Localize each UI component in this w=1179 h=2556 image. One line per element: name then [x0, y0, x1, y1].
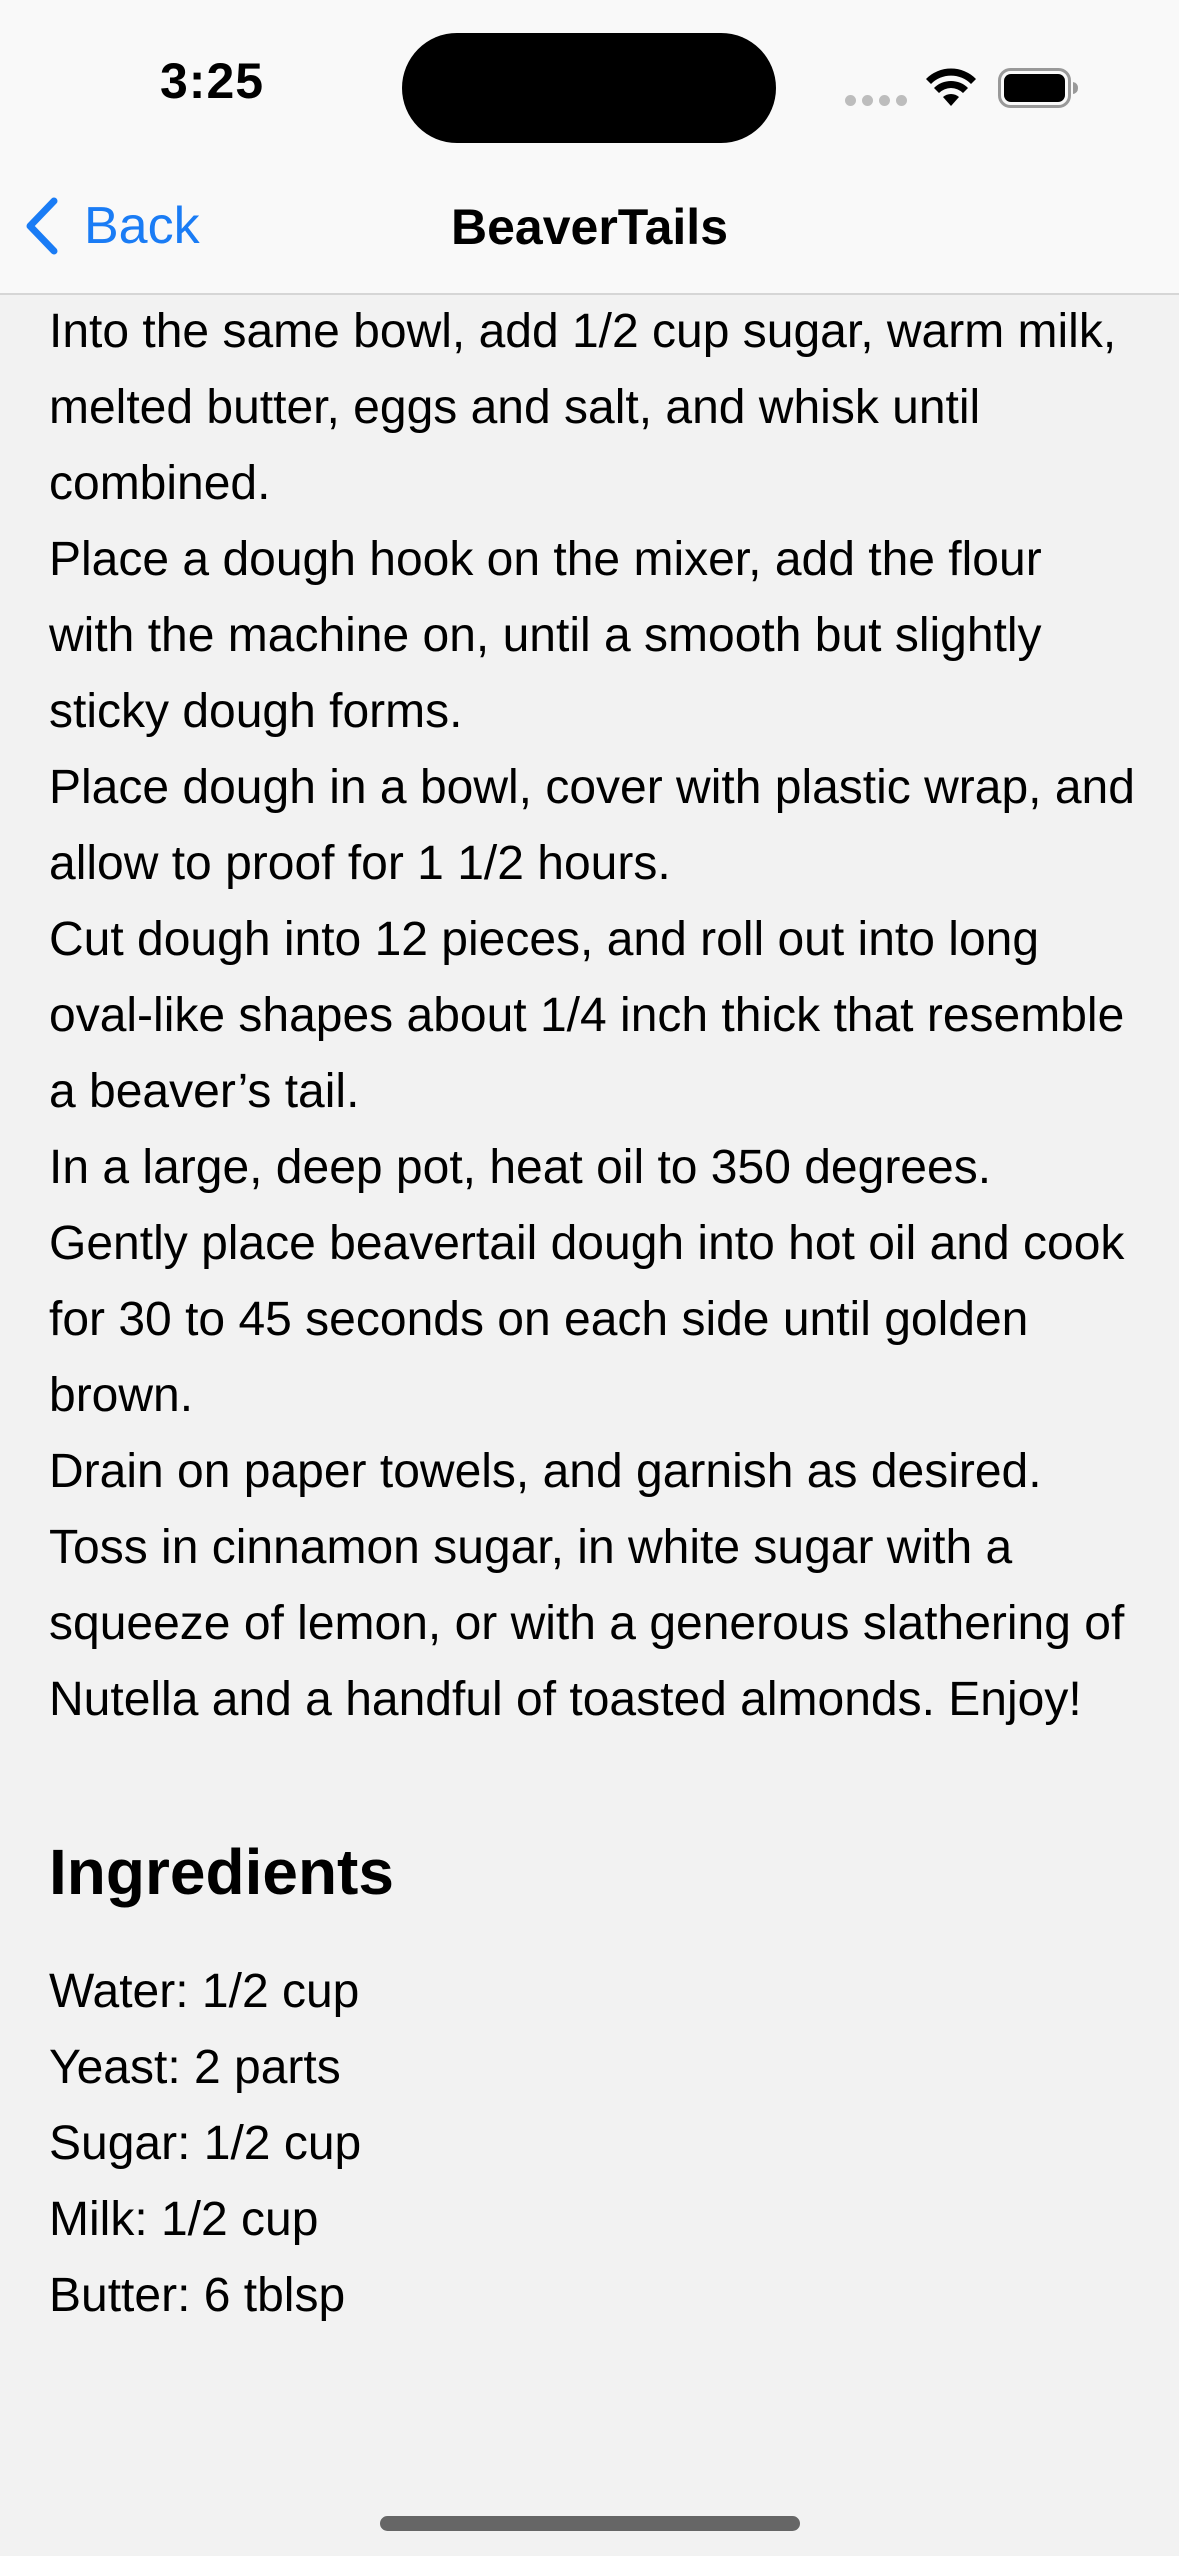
- instruction-step: Drain on paper towels, and garnish as de…: [49, 1445, 1125, 1726]
- ingredient-item: Water: 1/2 cup: [49, 1965, 360, 2018]
- battery-icon: [998, 68, 1078, 108]
- recipe-content: Into the same bowl, add 1/2 cup sugar, w…: [49, 294, 1139, 2334]
- home-indicator[interactable]: [380, 2516, 800, 2531]
- status-time: 3:25: [160, 53, 265, 109]
- instruction-step: Place a dough hook on the mixer, add the…: [49, 533, 1042, 738]
- instruction-step: Gently place beavertail dough into hot o…: [49, 1217, 1125, 1422]
- ingredient-item: Butter: 6 tblsp: [49, 2269, 346, 2322]
- wifi-icon: [926, 68, 976, 106]
- navigation-bar: Back BeaverTails: [0, 160, 1179, 295]
- page-title: BeaverTails: [450, 199, 729, 255]
- instruction-step: Place dough in a bowl, cover with plasti…: [49, 761, 1135, 890]
- instruction-step: In a large, deep pot, heat oil to 350 de…: [49, 1141, 992, 1194]
- signal-dots-icon: [845, 95, 907, 106]
- dynamic-island: [402, 33, 776, 143]
- instruction-step: Cut dough into 12 pieces, and roll out i…: [49, 913, 1125, 1118]
- status-bar: 3:25: [0, 0, 1179, 160]
- instruction-step: Into the same bowl, add 1/2 cup sugar, w…: [49, 305, 1117, 510]
- ingredient-item: Yeast: 2 parts: [49, 2041, 341, 2094]
- ingredients-heading: Ingredients: [49, 1836, 394, 1908]
- instructions-list: Into the same bowl, add 1/2 cup sugar, w…: [49, 294, 1139, 1738]
- ingredient-item: Sugar: 1/2 cup: [49, 2117, 362, 2170]
- ingredient-item: Milk: 1/2 cup: [49, 2193, 319, 2246]
- ingredients-list: Water: 1/2 cup Yeast: 2 parts Sugar: 1/2…: [49, 1954, 1139, 2334]
